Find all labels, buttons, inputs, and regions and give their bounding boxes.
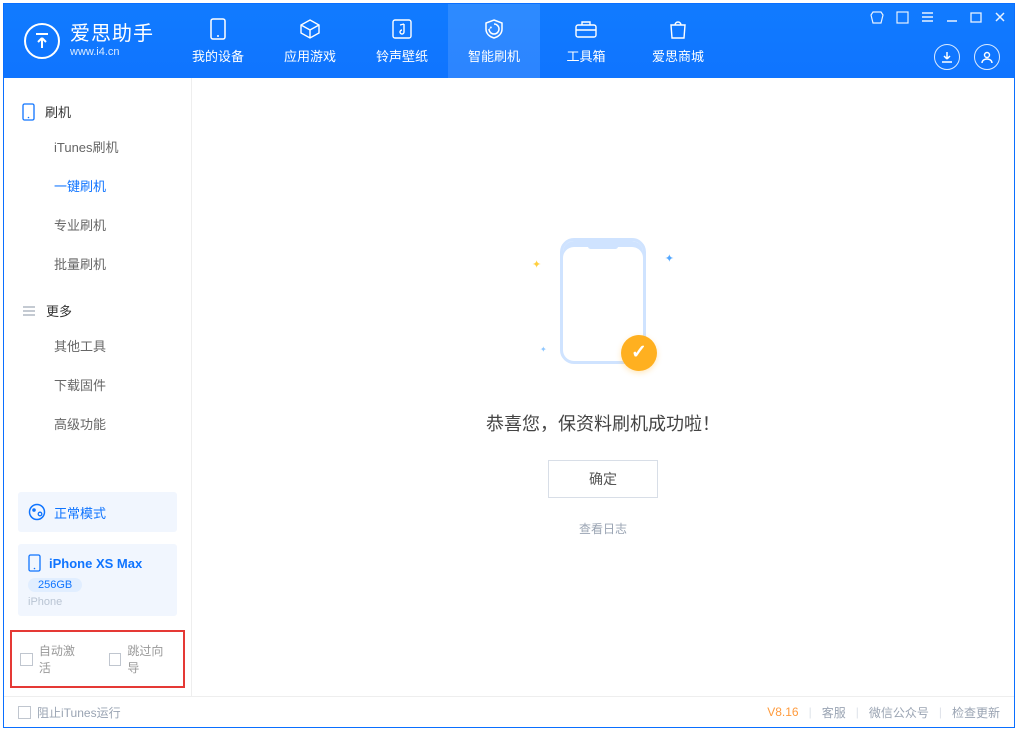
nav-store[interactable]: 爱思商城 bbox=[632, 4, 724, 78]
footer-link-support[interactable]: 客服 bbox=[822, 704, 846, 721]
nav-label: 我的设备 bbox=[192, 46, 244, 65]
app-url: www.i4.cn bbox=[70, 46, 154, 59]
checkbox-auto-activate[interactable]: 自动激活 bbox=[20, 642, 87, 676]
nav-ringtone-wallpaper[interactable]: 铃声壁纸 bbox=[356, 4, 448, 78]
phone-icon bbox=[28, 554, 41, 572]
success-illustration: ✓ ✦ ✦ ✦ bbox=[560, 238, 646, 364]
toolbox-icon bbox=[573, 17, 599, 41]
checkbox-box bbox=[20, 653, 33, 666]
nav-label: 智能刷机 bbox=[468, 46, 520, 65]
sidebar-item-download-firmware[interactable]: 下载固件 bbox=[4, 365, 191, 404]
sparkle-icon: ✦ bbox=[540, 345, 547, 354]
sidebar-item-pro-flash[interactable]: 专业刷机 bbox=[4, 205, 191, 244]
sidebar: 刷机 iTunes刷机 一键刷机 专业刷机 批量刷机 更多 其他工具 下载固件 … bbox=[4, 78, 192, 696]
group-title: 刷机 bbox=[45, 102, 71, 121]
nav: 我的设备 应用游戏 铃声壁纸 智能刷机 工具箱 爱思商城 bbox=[172, 4, 724, 78]
sparkle-icon: ✦ bbox=[532, 258, 541, 271]
nav-toolbox[interactable]: 工具箱 bbox=[540, 4, 632, 78]
view-log-link[interactable]: 查看日志 bbox=[579, 520, 627, 537]
device-name: iPhone XS Max bbox=[49, 556, 142, 571]
check-badge-icon: ✓ bbox=[621, 335, 657, 371]
theme-button[interactable] bbox=[870, 10, 884, 27]
group-title: 更多 bbox=[46, 301, 72, 320]
mode-card[interactable]: 正常模式 bbox=[18, 492, 177, 532]
nav-my-device[interactable]: 我的设备 bbox=[172, 4, 264, 78]
cube-icon bbox=[297, 17, 323, 41]
device-icon bbox=[205, 17, 231, 41]
maximize-button[interactable] bbox=[970, 11, 982, 26]
checkbox-label: 跳过向导 bbox=[127, 642, 175, 676]
sidebar-group-flash: 刷机 bbox=[4, 96, 191, 127]
checkbox-box bbox=[18, 706, 31, 719]
success-message: 恭喜您，保资料刷机成功啦！ bbox=[486, 410, 720, 436]
main-content: ✓ ✦ ✦ ✦ 恭喜您，保资料刷机成功啦！ 确定 查看日志 bbox=[192, 78, 1014, 696]
nav-label: 爱思商城 bbox=[652, 46, 704, 65]
logo-block: 爱思助手 www.i4.cn bbox=[4, 4, 172, 78]
nav-label: 应用游戏 bbox=[284, 46, 336, 65]
sidebar-item-onekey-flash[interactable]: 一键刷机 bbox=[4, 166, 191, 205]
version-label: V8.16 bbox=[767, 705, 798, 719]
sidebar-group-more: 更多 bbox=[4, 295, 191, 326]
footer-link-wechat[interactable]: 微信公众号 bbox=[869, 704, 929, 721]
nav-apps-games[interactable]: 应用游戏 bbox=[264, 4, 356, 78]
minimize-button[interactable] bbox=[946, 11, 958, 26]
app-window: 爱思助手 www.i4.cn 我的设备 应用游戏 铃声壁纸 智能刷机 bbox=[3, 3, 1015, 728]
header-action-icons bbox=[934, 44, 1000, 70]
checkbox-label: 自动激活 bbox=[39, 642, 87, 676]
music-icon bbox=[389, 17, 415, 41]
feedback-button[interactable] bbox=[896, 11, 909, 27]
nav-label: 工具箱 bbox=[566, 46, 605, 65]
window-controls bbox=[870, 10, 1006, 27]
menu-button[interactable] bbox=[921, 11, 934, 26]
checkbox-skip-guide[interactable]: 跳过向导 bbox=[109, 642, 176, 676]
checkbox-block-itunes[interactable]: 阻止iTunes运行 bbox=[18, 704, 121, 721]
nav-label: 铃声壁纸 bbox=[376, 46, 428, 65]
mode-label: 正常模式 bbox=[54, 503, 106, 522]
close-button[interactable] bbox=[994, 11, 1006, 26]
mode-icon bbox=[28, 503, 46, 521]
sidebar-item-batch-flash[interactable]: 批量刷机 bbox=[4, 244, 191, 283]
sparkle-icon: ✦ bbox=[665, 252, 674, 265]
nav-smart-flash[interactable]: 智能刷机 bbox=[448, 4, 540, 78]
download-button[interactable] bbox=[934, 44, 960, 70]
body: 刷机 iTunes刷机 一键刷机 专业刷机 批量刷机 更多 其他工具 下载固件 … bbox=[4, 78, 1014, 696]
footer-link-update[interactable]: 检查更新 bbox=[952, 704, 1000, 721]
header: 爱思助手 www.i4.cn 我的设备 应用游戏 铃声壁纸 智能刷机 bbox=[4, 4, 1014, 78]
logo-icon bbox=[24, 23, 60, 59]
device-storage: 256GB bbox=[28, 578, 82, 592]
sidebar-item-advanced[interactable]: 高级功能 bbox=[4, 404, 191, 443]
options-row: 自动激活 跳过向导 bbox=[10, 630, 185, 688]
phone-icon bbox=[22, 103, 35, 121]
checkbox-box bbox=[109, 653, 122, 666]
checkbox-label: 阻止iTunes运行 bbox=[37, 704, 121, 721]
footer: 阻止iTunes运行 V8.16 | 客服 | 微信公众号 | 检查更新 bbox=[4, 696, 1014, 727]
device-card[interactable]: iPhone XS Max 256GB iPhone bbox=[18, 544, 177, 616]
bag-icon bbox=[665, 17, 691, 41]
list-icon bbox=[22, 305, 36, 317]
shield-icon bbox=[481, 17, 507, 41]
sidebar-item-other-tools[interactable]: 其他工具 bbox=[4, 326, 191, 365]
ok-button[interactable]: 确定 bbox=[548, 460, 658, 498]
app-name: 爱思助手 bbox=[70, 23, 154, 46]
user-button[interactable] bbox=[974, 44, 1000, 70]
phone-illustration: ✓ bbox=[560, 238, 646, 364]
sidebar-item-itunes-flash[interactable]: iTunes刷机 bbox=[4, 127, 191, 166]
device-type: iPhone bbox=[28, 596, 167, 608]
